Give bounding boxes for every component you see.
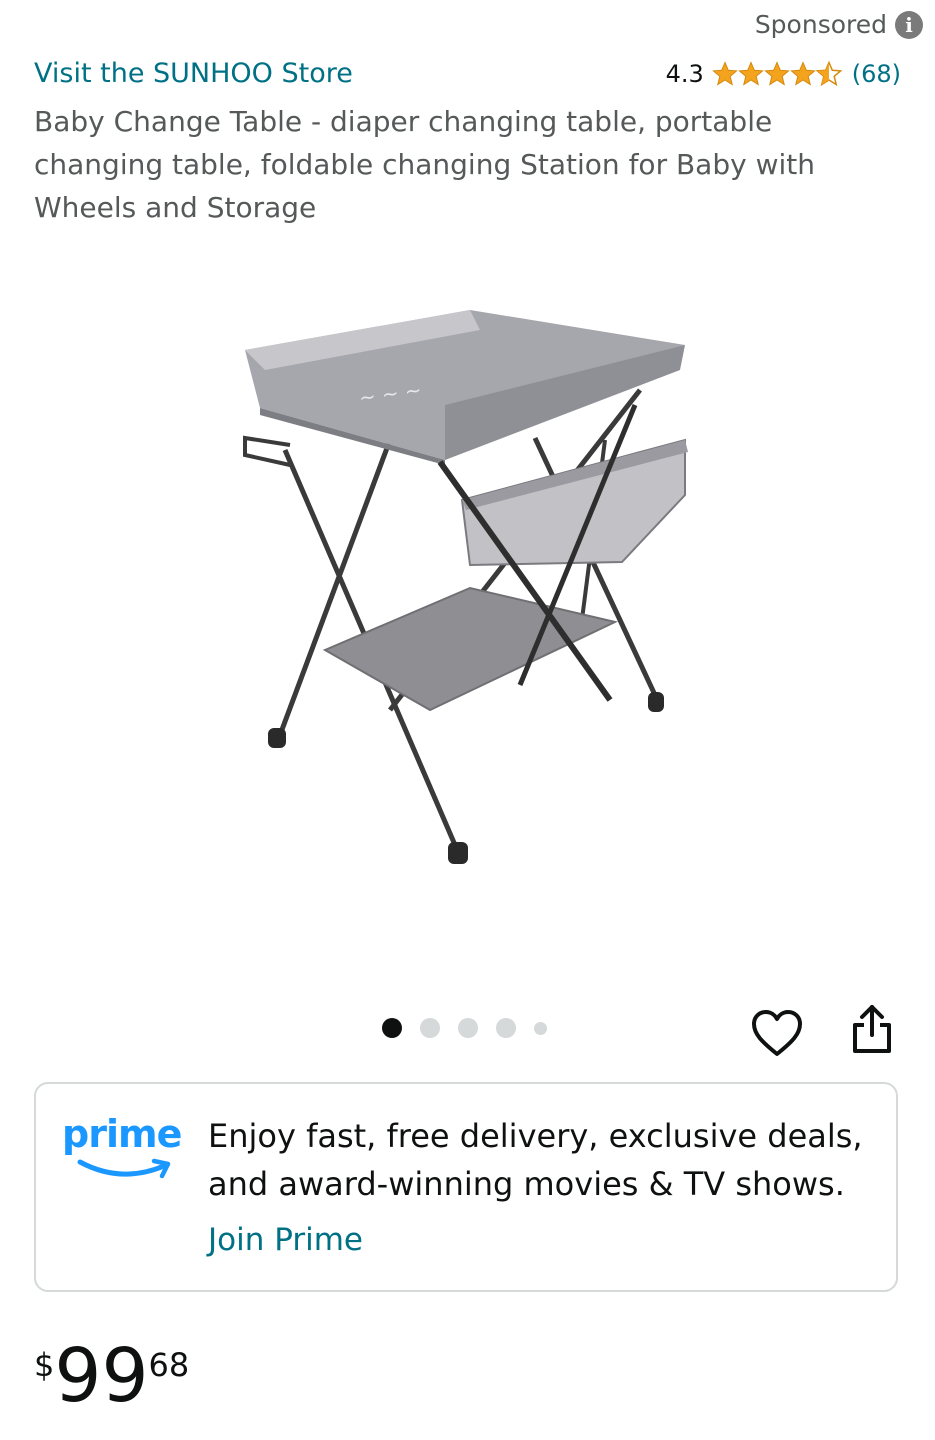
- image-carousel-dots[interactable]: [382, 1018, 547, 1038]
- price-fraction: 68: [148, 1346, 190, 1384]
- info-icon[interactable]: i: [895, 10, 923, 39]
- sponsored-text: Sponsored: [754, 10, 887, 39]
- prime-logo: prime: [62, 1112, 186, 1182]
- prime-promo-card: prime Enjoy fast, free delivery, exclusi…: [34, 1082, 898, 1292]
- product-title: Baby Change Table - diaper changing tabl…: [34, 105, 815, 224]
- prime-smile-icon: [77, 1158, 171, 1179]
- carousel-dot[interactable]: [496, 1018, 516, 1038]
- prime-logo-text: prime: [62, 1112, 182, 1156]
- carousel-dot[interactable]: [534, 1021, 547, 1035]
- store-rating-row: Visit the SUNHOO Store 4.3 (68): [34, 58, 901, 89]
- store-link[interactable]: Visit the SUNHOO Store: [34, 58, 353, 89]
- rating-summary[interactable]: 4.3 (68): [666, 60, 901, 88]
- review-count[interactable]: (68): [852, 60, 901, 88]
- prime-message: Enjoy fast, free delivery, exclusive dea…: [208, 1117, 863, 1203]
- star-rating: [712, 61, 842, 87]
- product-image[interactable]: ~ ~ ~: [230, 290, 710, 880]
- price-whole: 99: [54, 1333, 149, 1419]
- carousel-dot[interactable]: [382, 1018, 402, 1038]
- price-symbol: $: [34, 1346, 55, 1384]
- price: $ 99 68: [34, 1336, 189, 1416]
- carousel-dot[interactable]: [458, 1018, 478, 1038]
- rating-value: 4.3: [665, 59, 704, 88]
- sponsored-label[interactable]: Sponsored i: [755, 10, 923, 39]
- heart-icon[interactable]: [750, 1008, 804, 1060]
- join-prime-link[interactable]: Join Prime: [208, 1222, 363, 1258]
- share-icon[interactable]: [848, 1003, 896, 1055]
- carousel-dot[interactable]: [420, 1018, 440, 1038]
- stars-icon: [712, 61, 842, 85]
